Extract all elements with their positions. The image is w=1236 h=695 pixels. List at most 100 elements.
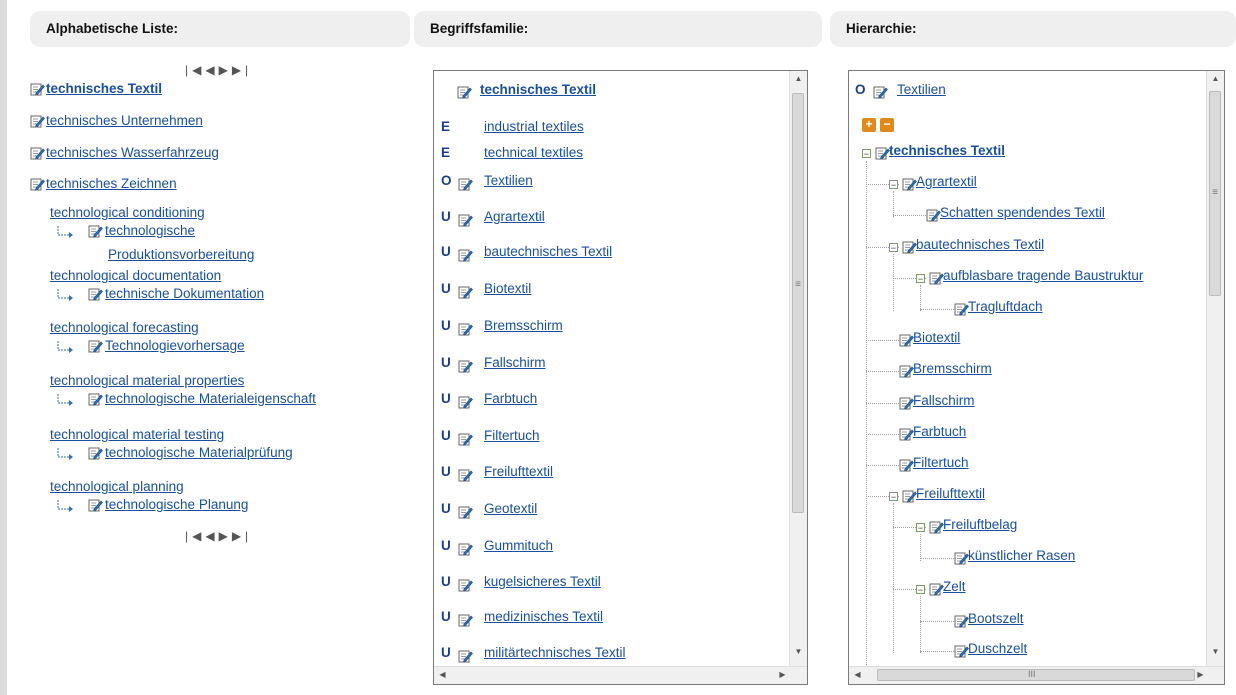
family-term-link[interactable]: medizinisches Textil	[484, 609, 603, 624]
horizontal-scrollbar[interactable]: ◀ ▶	[434, 666, 807, 684]
scroll-up-arrow-icon[interactable]: ▲	[790, 74, 807, 83]
hierarchy-node-link[interactable]: Duschzelt	[968, 641, 1027, 656]
edit-document-icon	[954, 302, 969, 316]
edit-document-icon	[954, 614, 969, 628]
first-page-icon[interactable]: |◀	[185, 529, 205, 543]
next-page-icon[interactable]: ▶	[219, 63, 232, 77]
family-term-link[interactable]: Filtertuch	[484, 428, 540, 443]
expand-all-button[interactable]: +	[862, 118, 876, 132]
hierarchy-root-link[interactable]: Textilien	[897, 82, 946, 97]
scrollbar-thumb[interactable]: ≡	[1209, 91, 1221, 296]
family-term-link[interactable]: Bremsschirm	[484, 318, 563, 333]
family-term-link[interactable]: Agrartextil	[484, 209, 545, 224]
scroll-left-arrow-icon[interactable]: ◀	[849, 670, 866, 679]
english-term-link[interactable]: technological planning	[50, 479, 184, 494]
last-page-icon[interactable]: ▶|	[232, 63, 252, 77]
relation-code: U	[441, 501, 451, 516]
alpha-term-link[interactable]: technisches Zeichnen	[46, 176, 177, 191]
hierarchy-node-link[interactable]: Farbtuch	[913, 424, 966, 439]
scroll-up-arrow-icon[interactable]: ▲	[1207, 74, 1224, 83]
previous-page-icon[interactable]: ◀	[205, 529, 218, 543]
english-term-link[interactable]: technological forecasting	[50, 320, 199, 335]
german-term-link[interactable]: technische Dokumentation	[105, 286, 264, 301]
family-term-link[interactable]: Freilufttextil	[484, 464, 553, 479]
first-page-icon[interactable]: |◀	[185, 63, 205, 77]
tree-toggle-minus-icon[interactable]: −	[862, 149, 871, 159]
hierarchy-node-link[interactable]: Freiluftbelag	[943, 517, 1017, 532]
edit-document-icon	[458, 395, 473, 409]
german-term-link-continued[interactable]: Produktionsvorbereitung	[108, 247, 254, 262]
family-term-link[interactable]: industrial textiles	[484, 119, 584, 134]
scroll-right-arrow-icon[interactable]: ▶	[774, 670, 791, 679]
scroll-down-arrow-icon[interactable]: ▼	[1207, 647, 1224, 656]
hierarchy-node-link[interactable]: Schatten spendendes Textil	[940, 205, 1105, 220]
hierarchy-node-link[interactable]: aufblasbare tragende Baustruktur	[943, 268, 1143, 283]
family-term-link[interactable]: Farbtuch	[484, 391, 537, 406]
last-page-icon[interactable]: ▶|	[232, 529, 252, 543]
hierarchy-node-link[interactable]: bautechnisches Textil	[916, 237, 1044, 252]
alpha-term-link[interactable]: technisches Wasserfahrzeug	[46, 145, 219, 160]
family-term-link[interactable]: Fallschirm	[484, 355, 546, 370]
relation-code: U	[441, 318, 451, 333]
scroll-right-arrow-icon[interactable]: ▶	[1192, 670, 1209, 679]
scroll-down-arrow-icon[interactable]: ▼	[790, 647, 807, 656]
family-head-row: technisches Textil	[457, 82, 596, 99]
tree-toggle-minus-icon[interactable]: −	[916, 585, 925, 595]
next-page-icon[interactable]: ▶	[219, 529, 232, 543]
horizontal-scrollbar[interactable]: ◀ III ▶	[849, 666, 1224, 684]
hierarchy-node-link[interactable]: Tragluftdach	[968, 299, 1043, 314]
english-term-link[interactable]: technological material properties	[50, 373, 244, 388]
german-term-link[interactable]: technologische	[105, 223, 195, 238]
hierarchy-node-link[interactable]: Filtertuch	[913, 455, 969, 470]
relation-code: U	[441, 464, 451, 479]
edit-document-icon	[458, 177, 473, 191]
vertical-scrollbar[interactable]: ▲ ≡ ▼	[789, 71, 807, 669]
scroll-left-arrow-icon[interactable]: ◀	[434, 670, 451, 679]
family-term-link[interactable]: Gummituch	[484, 538, 553, 553]
collapse-all-button[interactable]: −	[880, 118, 894, 132]
scrollbar-thumb[interactable]: III	[877, 669, 1195, 681]
german-term-link[interactable]: Technologievorhersage	[105, 338, 245, 353]
tree-toggle-minus-icon[interactable]: −	[916, 274, 925, 284]
edit-document-icon	[458, 468, 473, 482]
family-head-term-link[interactable]: technisches Textil	[480, 82, 596, 97]
edit-document-icon	[88, 392, 103, 406]
family-term-link[interactable]: kugelsicheres Textil	[484, 574, 601, 589]
vertical-scrollbar[interactable]: ▲ ≡ ▼	[1206, 71, 1224, 669]
hierarchy-node-link[interactable]: Bootszelt	[968, 611, 1024, 626]
hierarchy-node-link[interactable]: Biotextil	[913, 330, 960, 345]
family-term-link[interactable]: Geotextil	[484, 501, 537, 516]
tree-toggle-minus-icon[interactable]: −	[889, 492, 898, 502]
hierarchy-node-link[interactable]: Freilufttextil	[916, 486, 985, 501]
edit-document-icon	[88, 339, 103, 353]
english-term-link[interactable]: technological documentation	[50, 268, 221, 283]
scrollbar-thumb[interactable]: ≡	[792, 93, 804, 513]
tree-toggle-minus-icon[interactable]: −	[889, 180, 898, 190]
german-term-link[interactable]: technologische Planung	[105, 497, 248, 512]
english-term-link[interactable]: technological conditioning	[50, 205, 205, 220]
alpha-term-link[interactable]: technisches Unternehmen	[46, 113, 203, 128]
hierarchy-node-link[interactable]: Fallschirm	[913, 393, 975, 408]
edit-document-icon	[30, 114, 45, 128]
german-term-row: technologische Materialeigenschaft	[88, 391, 316, 406]
tree-toggle-minus-icon[interactable]: −	[916, 523, 925, 533]
family-term-link[interactable]: bautechnisches Textil	[484, 244, 612, 259]
family-term-link[interactable]: Textilien	[484, 173, 533, 188]
hierarchy-node-link[interactable]: technisches Textil	[889, 143, 1005, 158]
edit-document-icon	[899, 427, 914, 441]
family-term-link[interactable]: Biotextil	[484, 281, 531, 296]
family-term-link[interactable]: technical textiles	[484, 145, 583, 160]
alpha-term-link[interactable]: technisches Textil	[46, 81, 162, 96]
family-term-link[interactable]: militärtechnisches Textil	[484, 645, 626, 660]
hierarchy-node-link[interactable]: Zelt	[943, 579, 966, 594]
german-term-link[interactable]: technologische Materialprüfung	[105, 445, 293, 460]
translation-arrow-icon	[56, 341, 74, 353]
hierarchy-node-link[interactable]: Agrartextil	[916, 174, 977, 189]
hierarchy-node-link[interactable]: Bremsschirm	[913, 361, 992, 376]
hierarchy-node-link[interactable]: künstlicher Rasen	[968, 548, 1075, 563]
tree-toggle-minus-icon[interactable]: −	[889, 243, 898, 253]
tree-guide-line	[893, 503, 894, 653]
english-term-link[interactable]: technological material testing	[50, 427, 224, 442]
previous-page-icon[interactable]: ◀	[205, 63, 218, 77]
german-term-link[interactable]: technologische Materialeigenschaft	[105, 391, 316, 406]
